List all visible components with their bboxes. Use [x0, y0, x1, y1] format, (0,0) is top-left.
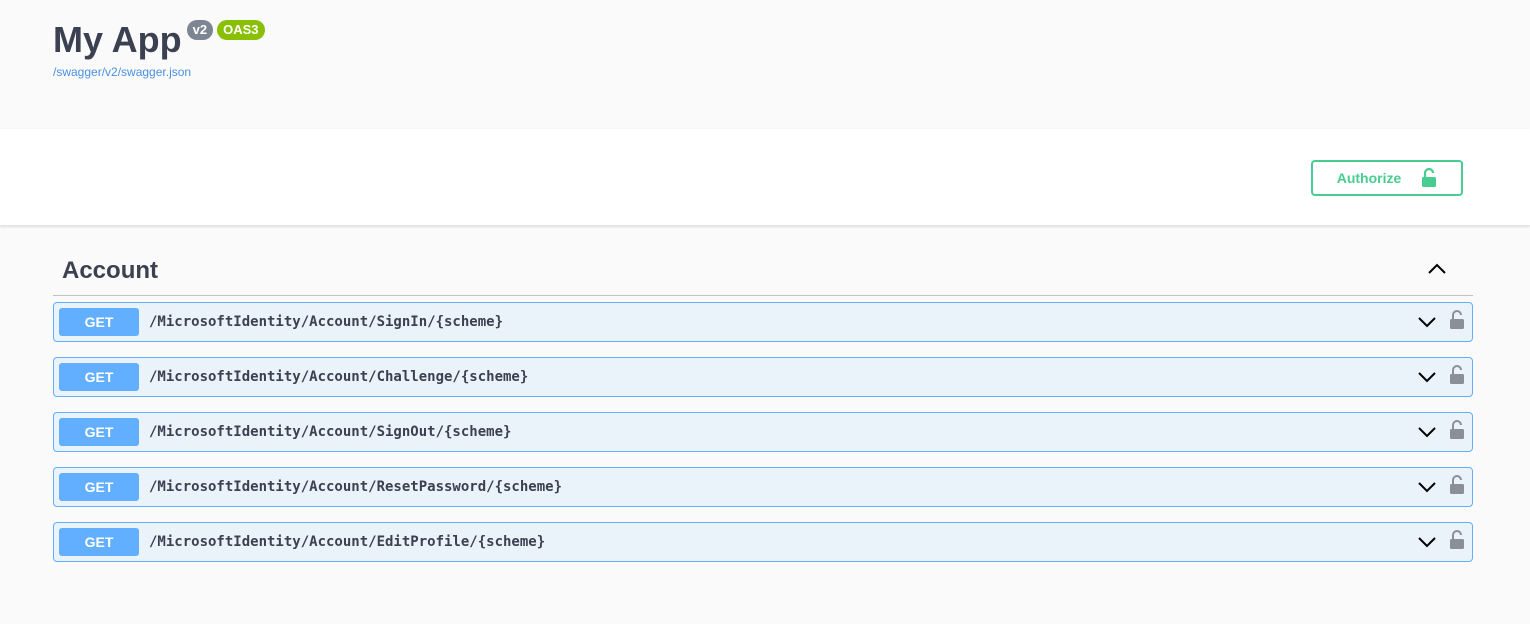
operation-path: /MicrosoftIdentity/Account/SignOut/{sche… — [149, 424, 512, 440]
unlocked-icon[interactable] — [1450, 365, 1464, 385]
method-badge: GET — [59, 528, 139, 556]
operation-row[interactable]: GET /MicrosoftIdentity/Account/SignIn/{s… — [53, 302, 1473, 342]
operation-path: /MicrosoftIdentity/Account/EditProfile/{… — [149, 534, 546, 550]
operation-path: /MicrosoftIdentity/Account/Challenge/{sc… — [149, 369, 529, 385]
spec-url-link[interactable]: /swagger/v2/swagger.json — [53, 65, 191, 79]
tag-name: Account — [62, 257, 158, 284]
unlocked-icon — [1422, 168, 1437, 187]
operation-row[interactable]: GET /MicrosoftIdentity/Account/Challenge… — [53, 357, 1473, 397]
oas-badge: OAS3 — [217, 20, 265, 40]
operation-path: /MicrosoftIdentity/Account/SignIn/{schem… — [149, 314, 504, 330]
unlocked-icon[interactable] — [1450, 530, 1464, 550]
scheme-bar: Authorize — [0, 129, 1530, 226]
unlocked-icon[interactable] — [1450, 310, 1464, 330]
method-badge: GET — [59, 473, 139, 501]
method-badge: GET — [59, 363, 139, 391]
method-badge: GET — [59, 308, 139, 336]
page-title: My App — [53, 19, 182, 60]
title-row: My App v2 OAS3 — [53, 18, 265, 62]
chevron-up-icon[interactable] — [1427, 261, 1447, 275]
operation-path: /MicrosoftIdentity/Account/ResetPassword… — [149, 479, 563, 495]
version-badge: v2 — [186, 20, 214, 40]
unlocked-icon[interactable] — [1450, 420, 1464, 440]
authorize-label: Authorize — [1336, 170, 1402, 186]
operation-row[interactable]: GET /MicrosoftIdentity/Account/SignOut/{… — [53, 412, 1473, 452]
operation-row[interactable]: GET /MicrosoftIdentity/Account/EditProfi… — [53, 522, 1473, 562]
chevron-down-icon[interactable] — [1418, 426, 1436, 438]
operation-row[interactable]: GET /MicrosoftIdentity/Account/ResetPass… — [53, 467, 1473, 507]
tag-section-account: Account GET /MicrosoftIdentity/Account/S… — [53, 243, 1473, 562]
chevron-down-icon[interactable] — [1418, 371, 1436, 383]
chevron-down-icon[interactable] — [1418, 536, 1436, 548]
chevron-down-icon[interactable] — [1418, 481, 1436, 493]
unlocked-icon[interactable] — [1450, 475, 1464, 495]
info-header: My App v2 OAS3 /swagger/v2/swagger.json — [0, 0, 1530, 129]
chevron-down-icon[interactable] — [1418, 316, 1436, 328]
method-badge: GET — [59, 418, 139, 446]
tag-header[interactable]: Account — [53, 243, 1473, 296]
authorize-button[interactable]: Authorize — [1311, 160, 1463, 196]
